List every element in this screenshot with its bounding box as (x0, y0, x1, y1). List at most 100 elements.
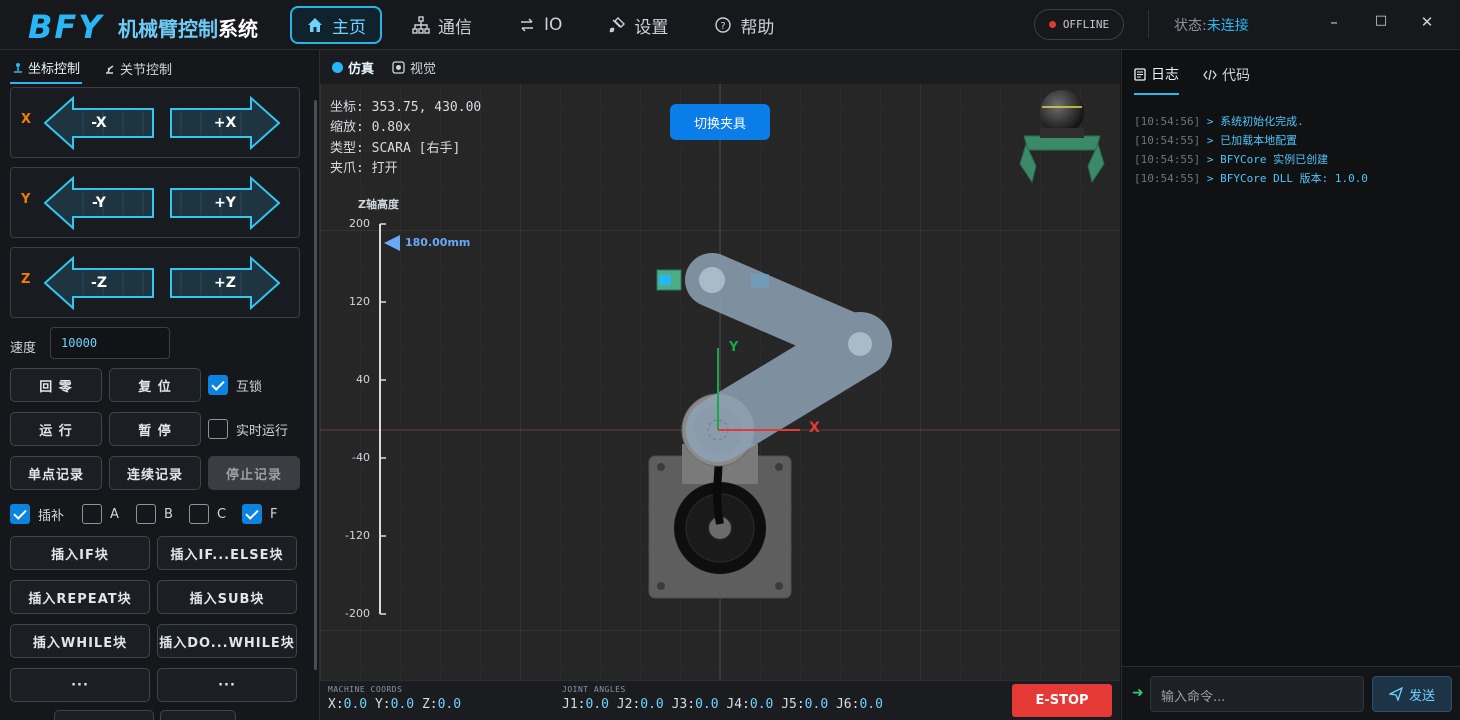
log-entry: [10:54:55] > BFYCore 实例已创建 (1134, 150, 1368, 169)
control-panel-scrollbar[interactable] (314, 100, 317, 670)
more-button-1[interactable]: ··· (10, 668, 150, 702)
info-coords: 坐标: 353.75, 430.00 (330, 100, 482, 115)
c-checkbox[interactable]: C (189, 504, 226, 524)
command-input[interactable]: 输入命令... (1150, 676, 1364, 712)
axis-x-group: X -X +X (10, 87, 300, 158)
tab-vision[interactable]: 视觉 (390, 58, 438, 77)
partial-button-2[interactable] (160, 710, 236, 720)
j6-value: 0.0 (859, 697, 883, 712)
help-icon: ? (715, 17, 732, 33)
jog-z-minus-button[interactable]: -Z (43, 256, 155, 310)
close-button[interactable]: ✕ (1417, 13, 1437, 31)
tab-simulation[interactable]: 仿真 (330, 58, 376, 77)
jog-x-plus-button[interactable]: +X (169, 96, 281, 150)
tab-joint-control[interactable]: 关节控制 (102, 56, 174, 84)
x-axis-label: X (809, 420, 820, 436)
estop-button[interactable]: E-STOP (1012, 684, 1112, 717)
insert-do-while-button[interactable]: 插入DO...WHILE块 (157, 624, 297, 658)
interlock-check-icon (208, 375, 228, 395)
f-check-icon (242, 504, 262, 524)
jog-x-minus-button[interactable]: -X (43, 96, 155, 150)
machine-coords: X:0.0 Y:0.0 Z:0.0 (328, 697, 461, 712)
tab-coordinate-control[interactable]: 坐标控制 (10, 56, 83, 84)
send-button[interactable]: 发送 (1372, 676, 1452, 712)
jog-x-minus-label: -X (91, 115, 107, 131)
more-button-2[interactable]: ··· (157, 668, 297, 702)
home-button[interactable]: 回 零 (10, 368, 102, 402)
continuous-record-button[interactable]: 连续记录 (109, 456, 201, 490)
jog-y-plus-label: +Y (214, 195, 236, 211)
log-time: [10:54:55] (1134, 172, 1201, 185)
connection-status: 状态:未连接 (1174, 15, 1249, 35)
pause-button[interactable]: 暂 停 (109, 412, 201, 446)
maximize-button[interactable]: □ (1371, 13, 1391, 28)
b-checkbox[interactable]: B (136, 504, 173, 524)
svg-text:?: ? (721, 21, 726, 32)
stop-record-button[interactable]: 停止记录 (208, 456, 300, 490)
insert-repeat-button[interactable]: 插入REPEAT块 (10, 580, 150, 614)
nav-help[interactable]: ? 帮助 (698, 6, 790, 44)
nav-io-label: IO (544, 15, 563, 35)
j4-value: 0.0 (749, 697, 774, 712)
z-tick: 40 (356, 373, 370, 386)
partial-button-1[interactable] (54, 710, 154, 720)
machine-y-value: 0.0 (390, 697, 415, 712)
log-tabs: 日志 代码 (1134, 64, 1250, 95)
tab-coordinate-control-label: 坐标控制 (28, 62, 81, 77)
nav-io[interactable]: IO (502, 6, 578, 44)
interlock-checkbox[interactable]: 互锁 (208, 375, 262, 395)
interp-checkbox[interactable]: 插补 (10, 504, 64, 524)
jog-z-plus-label: +Z (214, 275, 236, 291)
jog-z-plus-button[interactable]: +Z (169, 256, 281, 310)
minimize-button[interactable]: – (1324, 13, 1344, 31)
reset-button[interactable]: 复 位 (109, 368, 201, 402)
log-message: > 已加载本地配置 (1206, 134, 1298, 147)
brand-logo: BFY (28, 8, 104, 46)
nav-comm[interactable]: 通信 (396, 6, 488, 44)
nav-settings[interactable]: 设置 (592, 6, 684, 44)
speed-input[interactable]: 10000 (50, 327, 170, 359)
f-checkbox[interactable]: F (242, 504, 277, 524)
nav-settings-label: 设置 (634, 17, 669, 38)
joint-angles: J1:0.0 J2:0.0 J3:0.0 J4:0.0 J5:0.0 J6:0.… (562, 697, 883, 712)
tab-code[interactable]: 代码 (1203, 64, 1250, 95)
run-button[interactable]: 运 行 (10, 412, 102, 446)
home-icon (308, 18, 322, 32)
jog-x-plus-label: +X (213, 115, 237, 131)
jog-y-minus-button[interactable]: -Y (43, 176, 155, 230)
log-entry: [10:54:55] > 已加载本地配置 (1134, 131, 1368, 150)
send-label: 发送 (1408, 688, 1435, 704)
single-record-button[interactable]: 单点记录 (10, 456, 102, 490)
camera-icon (392, 60, 405, 74)
tab-joint-control-label: 关节控制 (120, 63, 173, 78)
connection-badge-label: OFFLINE (1062, 18, 1110, 31)
y-axis-label: Y (729, 340, 739, 355)
insert-if-else-button[interactable]: 插入IF...ELSE块 (157, 536, 297, 570)
interp-check-icon (10, 504, 30, 524)
info-type: 类型: SCARA [右手] (330, 141, 461, 156)
title-divider (1148, 10, 1149, 38)
swap-tool-button[interactable]: 切换夹具 (670, 104, 770, 140)
document-icon (1134, 67, 1146, 81)
machine-z-key: Z: (421, 697, 438, 712)
a-checkbox[interactable]: A (82, 504, 119, 524)
tab-log[interactable]: 日志 (1134, 64, 1179, 95)
insert-while-button[interactable]: 插入WHILE块 (10, 624, 150, 658)
z-axis-title: Z轴高度 (358, 198, 399, 211)
jog-y-plus-button[interactable]: +Y (169, 176, 281, 230)
j1-key: J1: (562, 697, 586, 712)
axis-x-label: X (21, 112, 32, 127)
nav-home[interactable]: 主页 (290, 6, 382, 44)
j5-value: 0.0 (804, 697, 829, 712)
realtime-run-checkbox[interactable]: 实时运行 (208, 419, 288, 439)
a-check-icon (82, 504, 102, 524)
app-title: 机械臂控制系统 (118, 13, 258, 42)
speed-label: 速度 (10, 341, 37, 356)
insert-sub-button[interactable]: 插入SUB块 (157, 580, 297, 614)
robot-arm-icon (106, 64, 114, 74)
app-title-main: 机械臂控制 (118, 17, 218, 41)
z-height-marker[interactable]: 180.00mm (405, 236, 470, 249)
simulation-canvas[interactable]: 坐标: 353.75, 430.00 缩放: 0.80x 类型: SCARA [… (320, 84, 1120, 680)
prompt-arrow-icon: ➜ (1132, 685, 1144, 701)
insert-if-button[interactable]: 插入IF块 (10, 536, 150, 570)
